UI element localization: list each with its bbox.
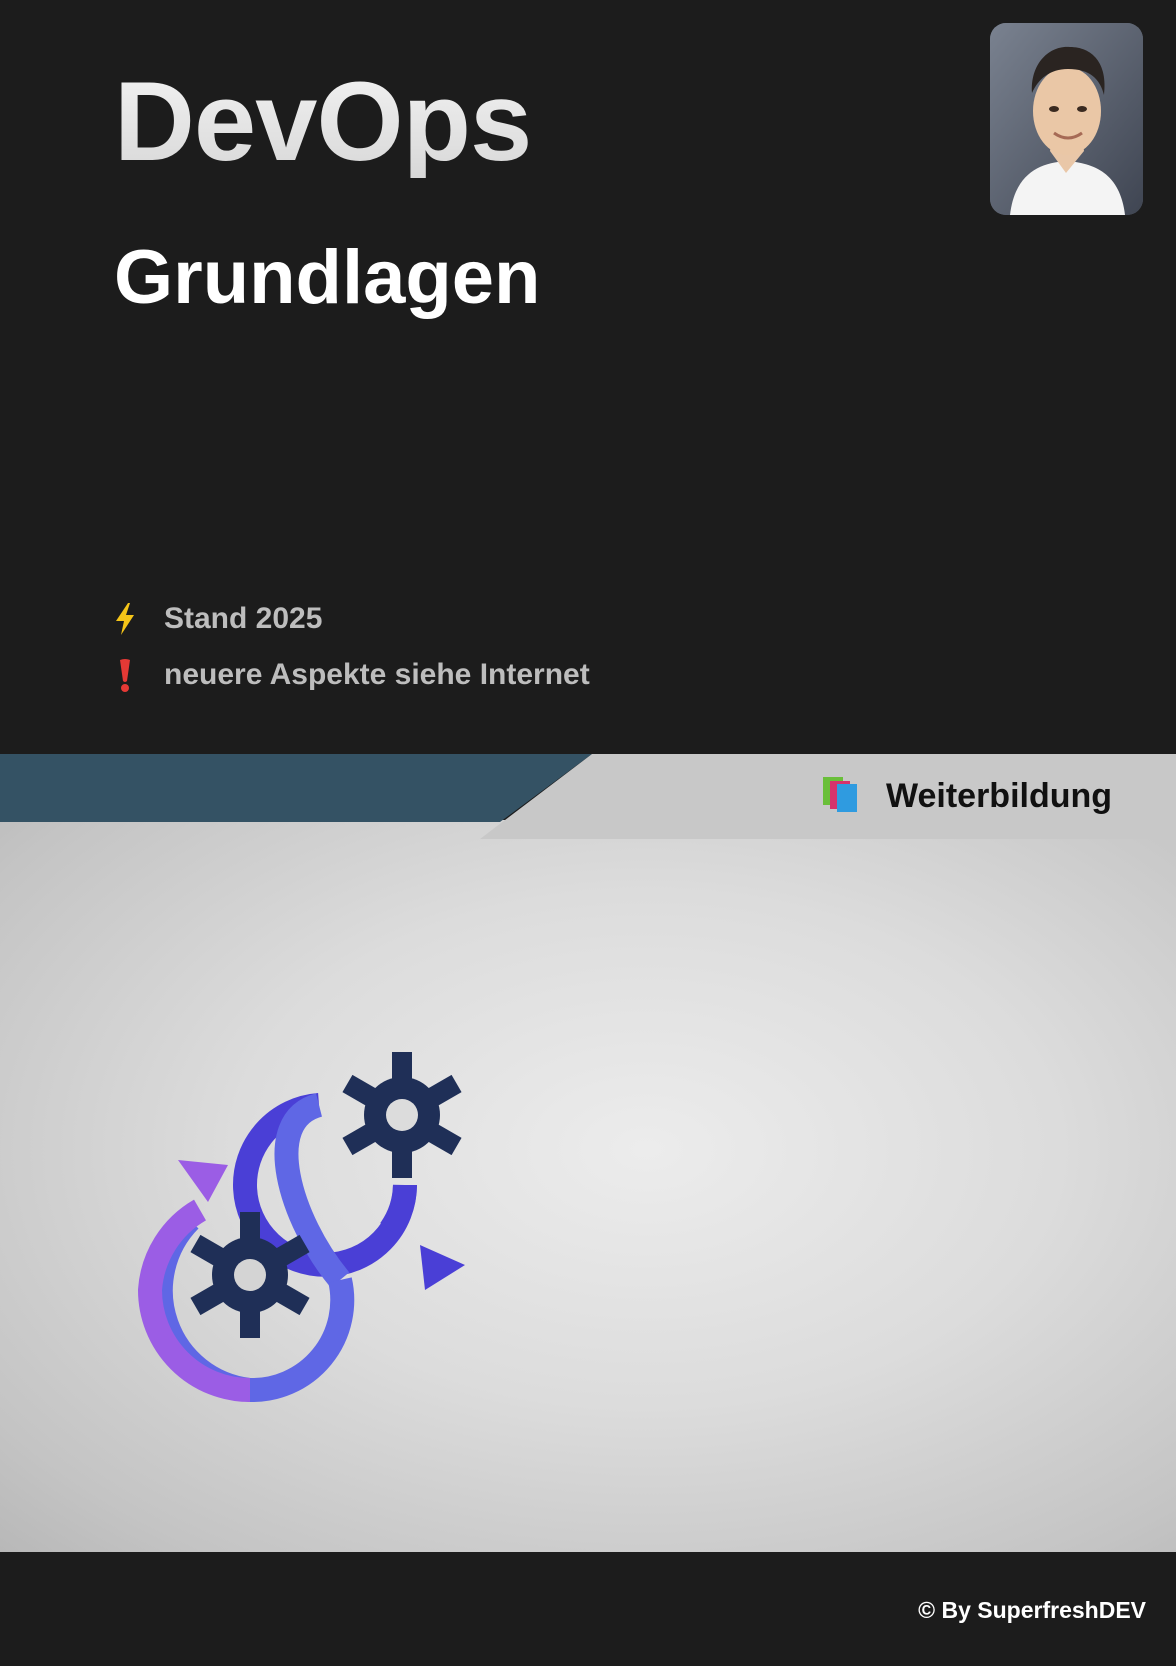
info-row-stand: Stand 2025 [110, 600, 322, 638]
author-avatar [990, 23, 1143, 215]
cover-title: DevOps [114, 59, 532, 184]
books-icon [820, 775, 860, 818]
cover-header: DevOps Grundlagen Stand 2025 neuere Aspe… [0, 0, 1176, 754]
lightning-icon [110, 600, 140, 638]
info-stand-text: Stand 2025 [164, 602, 323, 635]
exclamation-icon [110, 656, 140, 694]
category-label-text: Weiterbildung [886, 776, 1113, 815]
copyright-text: © By SuperfreshDEV [918, 1597, 1146, 1623]
devops-cycle-icon [120, 990, 540, 1415]
category-label: Weiterbildung [820, 772, 1112, 820]
info-row-hinweis: neuere Aspekte siehe Internet [110, 656, 590, 694]
cover-subtitle: Grundlagen [114, 235, 541, 320]
info-hinweis-text: neuere Aspekte siehe Internet [164, 658, 590, 691]
